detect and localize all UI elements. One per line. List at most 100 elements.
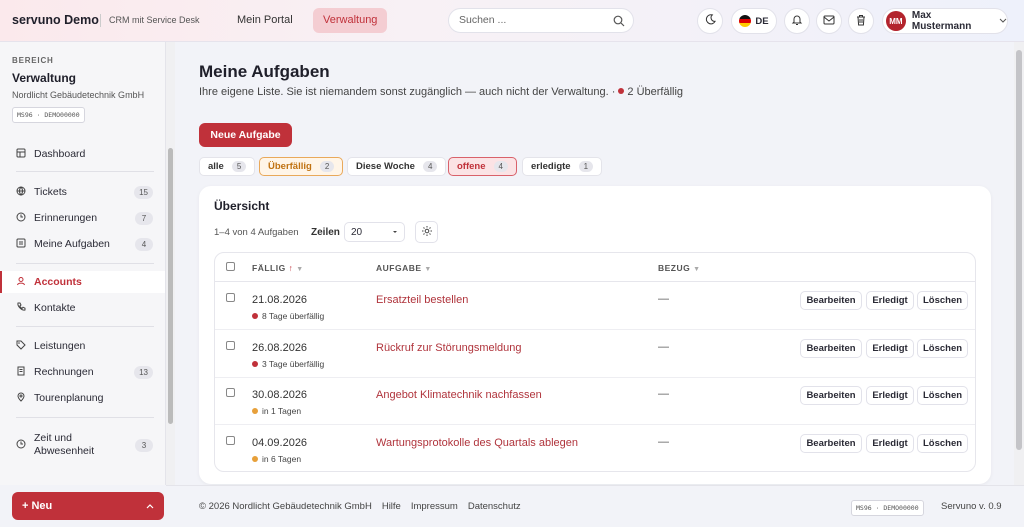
search-input[interactable]	[459, 14, 609, 26]
user-name: Max Mustermann	[911, 10, 972, 32]
clock-icon	[16, 212, 26, 225]
app-version: Servuno v. 0.9	[941, 501, 1002, 512]
count-badge: 13	[134, 365, 153, 379]
count-badge: 4	[135, 237, 153, 251]
sidebar-scrollbar-thumb[interactable]	[168, 148, 173, 424]
tag-icon	[16, 340, 26, 353]
task-link[interactable]: Wartungsprotokolle des Quartals ablegen	[376, 437, 578, 449]
rows-per-page-select[interactable]: 20	[344, 222, 405, 242]
filter-diese-woche[interactable]: Diese Woche 4	[347, 157, 447, 176]
rows-label: Zeilen	[311, 227, 340, 238]
sidebar-item-label: Dashboard	[34, 148, 86, 160]
delete-button[interactable]: Löschen	[917, 433, 968, 453]
row-checkbox[interactable]	[226, 340, 235, 350]
delete-button[interactable]: Löschen	[917, 291, 968, 310]
language-selector[interactable]: DE	[731, 8, 777, 34]
sidebar-item-rechnungen[interactable]: Rechnungen 13	[0, 361, 165, 383]
phone-icon	[16, 302, 26, 315]
filter-alle[interactable]: alle 5	[199, 157, 256, 176]
sidebar-item-erinnerungen[interactable]: Erinnerungen 7	[0, 207, 165, 229]
sort-up-icon: ↑	[288, 263, 294, 273]
user-menu[interactable]: MM Max Mustermann	[882, 8, 1008, 34]
new-task-button[interactable]: Neue Aufgabe	[199, 123, 292, 147]
edit-button[interactable]: Bearbeiten	[800, 433, 862, 453]
edit-button[interactable]: Bearbeiten	[800, 338, 862, 358]
column-header-ref[interactable]: BEZUG ▼	[658, 263, 701, 273]
sidebar-title: Verwaltung	[12, 71, 77, 85]
due-status: in 6 Tagen	[252, 454, 301, 464]
table-row[interactable]: 04.09.2026 in 6 Tagen Wartungsprotokolle d…	[215, 425, 975, 472]
row-checkbox[interactable]	[226, 388, 235, 397]
notifications-button[interactable]	[784, 8, 810, 34]
sidebar-item-zeit-abwesenheit[interactable]: Zeit und Abwesenheit 3	[0, 430, 165, 460]
sidebar-item-accounts[interactable]: Accounts	[0, 271, 165, 293]
sidebar-divider	[16, 417, 154, 418]
sidebar-item-tickets[interactable]: Tickets 15	[0, 181, 165, 203]
theme-toggle-button[interactable]	[697, 8, 723, 34]
done-button[interactable]: Erledigt	[866, 291, 914, 310]
filter-offene[interactable]: offene 4	[448, 157, 517, 176]
sidebar-item-label: Tickets	[34, 186, 67, 198]
description-text: Ihre eigene Liste. Sie ist niemandem son…	[199, 86, 616, 98]
footer-link-datenschutz[interactable]: Datenschutz	[468, 501, 521, 512]
main-scrollbar-thumb[interactable]	[1016, 50, 1022, 450]
sidebar-item-leistungen[interactable]: Leistungen	[0, 335, 165, 357]
done-button[interactable]: Erledigt	[866, 386, 914, 405]
table-row[interactable]: 21.08.2026 8 Tage überfällig Ersatzteil be…	[215, 282, 975, 330]
filter-icon: ▼	[424, 266, 432, 273]
sidebar-item-meine-aufgaben[interactable]: Meine Aufgaben 4	[0, 233, 165, 255]
due-status: 3 Tage überfällig	[252, 359, 324, 369]
row-checkbox[interactable]	[226, 293, 235, 302]
column-header-due[interactable]: FÄLLIG ↑ ▼	[252, 263, 304, 273]
sidebar-item-kontakte[interactable]: Kontakte	[0, 297, 165, 319]
table-row[interactable]: 26.08.2026 3 Tage überfällig Rückruf zur S…	[215, 330, 975, 378]
moon-icon	[705, 14, 716, 28]
filter-count: 5	[231, 161, 247, 172]
footer-link-impressum[interactable]: Impressum	[411, 501, 458, 512]
done-button[interactable]: Erledigt	[866, 338, 914, 358]
edit-button[interactable]: Bearbeiten	[800, 386, 862, 405]
sidebar-divider	[16, 263, 154, 264]
sidebar-item-label: Accounts	[34, 276, 82, 288]
search-box	[448, 8, 634, 33]
chevron-up-icon	[146, 500, 154, 512]
delete-button[interactable]: Löschen	[917, 386, 968, 405]
task-link[interactable]: Rückruf zur Störungsmeldung	[376, 342, 522, 354]
footer-tenant-code: MS96 · DEMO00000	[851, 500, 924, 516]
gear-icon	[421, 225, 433, 240]
sidebar-item-dashboard[interactable]: Dashboard	[0, 143, 165, 165]
row-checkbox[interactable]	[226, 435, 235, 445]
column-label: FÄLLIG	[252, 263, 286, 273]
table-settings-button[interactable]	[415, 221, 438, 243]
filter-label: erledigte	[531, 161, 571, 172]
table-row[interactable]: 30.08.2026 in 1 Tagen Angebot Klimatechnik…	[215, 377, 975, 425]
user-icon	[16, 276, 26, 289]
nav-verwaltung[interactable]: Verwaltung	[313, 8, 388, 33]
filter-ueberfaellig[interactable]: Überfällig 2	[259, 157, 344, 176]
table-header: FÄLLIG ↑ ▼ AUFGABE ▼ BEZUG ▼	[215, 253, 975, 282]
status-dot-icon	[252, 313, 258, 319]
filter-erledigte[interactable]: erledigte 1	[522, 157, 603, 176]
done-button[interactable]: Erledigt	[866, 433, 914, 453]
german-flag-icon	[739, 15, 752, 27]
sidebar-item-tourenplanung[interactable]: Tourenplanung	[0, 387, 165, 409]
search-icon[interactable]	[613, 15, 625, 30]
filter-count: 4	[493, 161, 508, 172]
edit-button[interactable]: Bearbeiten	[800, 291, 862, 310]
filter-icon: ▼	[693, 266, 701, 273]
sidebar-item-label: Leistungen	[34, 340, 86, 352]
tasks-table: FÄLLIG ↑ ▼ AUFGABE ▼ BEZUG ▼ 21.08.2026 8…	[214, 252, 976, 472]
select-all-checkbox[interactable]	[226, 262, 235, 271]
task-link[interactable]: Angebot Klimatechnik nachfassen	[376, 389, 542, 401]
brand-logo[interactable]: servuno Demo	[12, 13, 99, 27]
sidebar-item-label: Meine Aufgaben	[34, 238, 110, 250]
trash-button[interactable]	[848, 8, 874, 34]
footer-link-hilfe[interactable]: Hilfe	[382, 501, 401, 512]
delete-button[interactable]: Löschen	[917, 338, 968, 358]
task-link[interactable]: Ersatzteil bestellen	[376, 294, 468, 306]
nav-mein-portal[interactable]: Mein Portal	[227, 8, 303, 33]
messages-button[interactable]	[816, 8, 842, 34]
column-header-task[interactable]: AUFGABE ▼	[376, 263, 432, 273]
new-item-button[interactable]: + Neu	[12, 492, 164, 520]
avatar: MM	[886, 11, 906, 31]
